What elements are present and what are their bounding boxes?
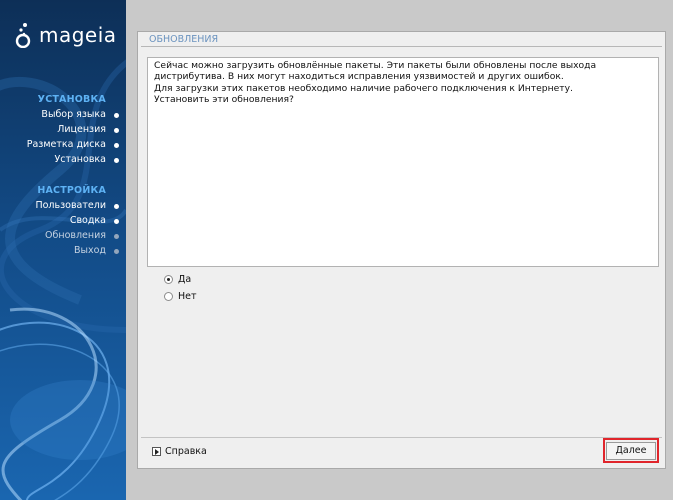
step-done-dot-icon [114,143,119,148]
help-button[interactable]: Справка [152,446,207,457]
help-arrow-icon [152,447,161,456]
help-button-label: Справка [165,446,207,457]
radio-unchecked-icon[interactable] [164,292,173,301]
sidebar-section-configure: НАСТРОЙКА [37,185,106,196]
sidebar-step-label: Выбор языка [41,109,106,120]
radio-yes[interactable]: Да [164,274,191,285]
sidebar-step-label: Сводка [69,215,106,226]
radio-yes-label: Да [178,274,192,285]
sidebar-step-label: Выход [73,245,106,256]
step-current-dot-icon [114,234,119,239]
sidebar-step-users: Пользователи [0,200,119,211]
step-done-dot-icon [114,113,119,118]
sidebar-step-label: Лицензия [57,124,106,135]
message-paragraph: Для загрузки этих пакетов необходимо нал… [154,82,573,94]
title-divider [141,46,662,47]
updates-dialog: ОБНОВЛЕНИЯ Сейчас можно загрузить обновл… [137,31,666,469]
sidebar-step-language: Выбор языка [0,109,119,120]
step-done-dot-icon [114,158,119,163]
radio-checked-icon[interactable] [164,275,173,284]
step-done-dot-icon [114,128,119,133]
sidebar-section-install: УСТАНОВКА [37,94,106,105]
sidebar-step-exit: Выход [0,245,119,256]
updates-message-box[interactable]: Сейчас можно загрузить обновлённые пакет… [147,57,659,267]
sidebar-step-label: Разметка диска [26,139,106,150]
mageia-logo: mageia [12,22,117,48]
sidebar-step-installation: Установка [0,154,119,165]
step-pending-dot-icon [114,249,119,254]
mageia-cauldron-icon [15,23,31,48]
radio-no-label: Нет [178,291,197,302]
installer-sidebar: mageia УСТАНОВКА Выбор языка Лицензия Ра… [0,0,126,500]
sidebar-step-label: Пользователи [35,200,106,211]
next-button[interactable]: Далее [606,442,656,460]
radio-no[interactable]: Нет [164,291,197,302]
bottom-divider [141,437,662,438]
step-done-dot-icon [114,204,119,209]
sidebar-step-updates: Обновления [0,230,119,241]
logo-wordmark: mageia [39,23,117,47]
sidebar-step-license: Лицензия [0,124,119,135]
message-paragraph: Сейчас можно загрузить обновлённые пакет… [154,60,597,83]
message-paragraph: Установить эти обновления? [154,94,294,106]
sidebar-step-label: Установка [54,154,106,165]
step-done-dot-icon [114,219,119,224]
sidebar-step-partitioning: Разметка диска [0,139,119,150]
sidebar-step-label: Обновления [45,230,106,241]
dialog-title: ОБНОВЛЕНИЯ [149,34,219,45]
sidebar-step-summary: Сводка [0,215,119,226]
